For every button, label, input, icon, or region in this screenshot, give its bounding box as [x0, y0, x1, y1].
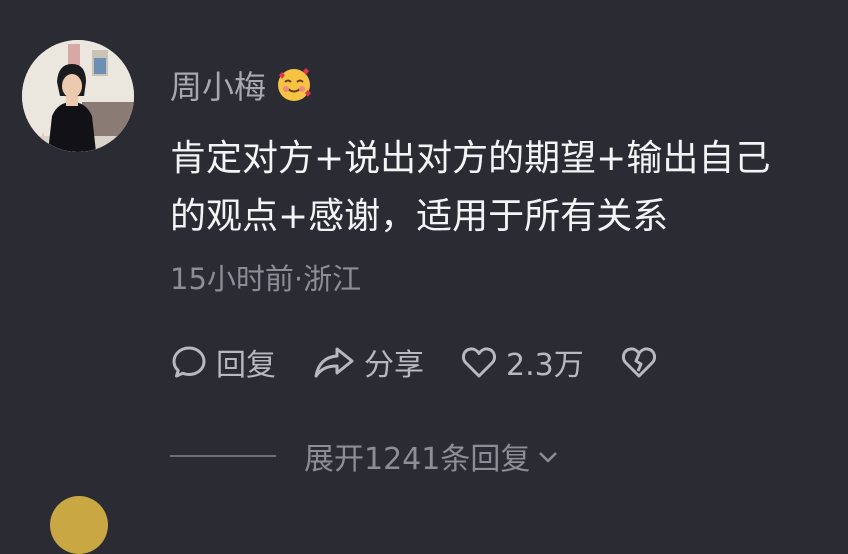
- comment-text-line: 的观点+感谢，适用于所有关系: [170, 196, 669, 237]
- like-count: 2.3万: [506, 348, 584, 383]
- comment-author[interactable]: 周小梅: [170, 62, 312, 108]
- comment-text: 肯定对方+说出对方的期望+输出自己 的观点+感谢，适用于所有关系: [170, 130, 830, 246]
- smiling-face-with-hearts-icon: [276, 67, 312, 103]
- next-comment-avatar[interactable]: [50, 496, 108, 554]
- share-arrow-icon: [312, 343, 356, 381]
- share-label: 分享: [364, 348, 424, 383]
- comment-actions: 回复 分享 2.3万: [170, 340, 694, 384]
- username-text: 周小梅: [170, 68, 267, 106]
- divider: [170, 455, 276, 457]
- expand-replies-row: 展开1241条回复: [170, 432, 770, 480]
- comment-bubble-icon: [170, 343, 208, 381]
- reply-button[interactable]: 回复: [170, 340, 276, 384]
- like-button[interactable]: 2.3万: [460, 340, 584, 384]
- chevron-down-icon: [536, 439, 560, 474]
- reply-label: 回复: [216, 348, 276, 383]
- dislike-button[interactable]: [620, 344, 658, 380]
- expand-replies-button[interactable]: 展开1241条回复: [304, 434, 560, 478]
- comment-text-line: 肯定对方+说出对方的期望+输出自己: [170, 138, 771, 179]
- heart-icon: [460, 344, 498, 380]
- broken-heart-icon: [620, 344, 658, 380]
- previous-content-cutoff: [300, 0, 490, 6]
- expand-replies-label: 展开1241条回复: [304, 442, 531, 477]
- comment-meta: 15小时前·浙江: [170, 262, 362, 296]
- avatar[interactable]: [22, 40, 134, 152]
- avatar-photo: [22, 40, 134, 152]
- share-button[interactable]: 分享: [312, 340, 424, 384]
